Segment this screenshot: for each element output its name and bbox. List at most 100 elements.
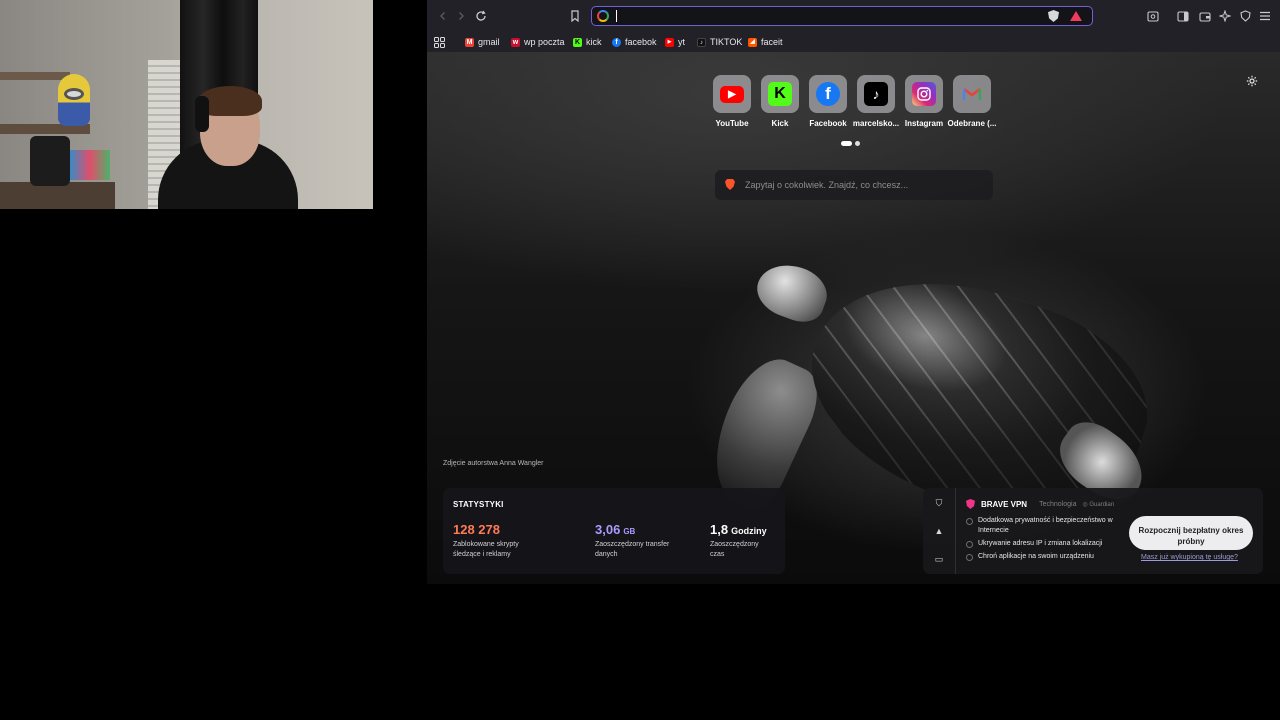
- menu-button[interactable]: [1255, 6, 1275, 26]
- wallet-button[interactable]: [1195, 6, 1215, 26]
- top-site-kick[interactable]: K Kick: [761, 75, 799, 128]
- tiktok-icon: ♪: [864, 82, 888, 106]
- bookmark-facebook[interactable]: f facebok: [612, 36, 657, 48]
- top-site-instagram[interactable]: Instagram: [905, 75, 943, 128]
- vpn-feature-item: Chroń aplikacje na swoim urządzeniu: [966, 552, 1126, 562]
- top-sites: ▶ YouTube K Kick f Facebook ♪ marcelsko.…: [713, 75, 996, 128]
- sidebar-button[interactable]: [1173, 6, 1193, 26]
- gear-icon: [1246, 75, 1258, 87]
- ntp-search-box[interactable]: [715, 170, 993, 200]
- bookmark-label: kick: [586, 37, 602, 47]
- check-icon: [966, 541, 973, 548]
- bookmark-label: yt: [678, 37, 686, 47]
- webcam-overlay: [0, 0, 373, 209]
- vpn-button[interactable]: [1235, 6, 1255, 26]
- top-sites-pager: [841, 141, 860, 146]
- brave-vpn-icon: [966, 499, 975, 509]
- top-site-youtube[interactable]: ▶ YouTube: [713, 75, 751, 128]
- cam-box: [70, 150, 110, 180]
- photo-credit[interactable]: Zdjęcie autorstwa Anna Wangler: [443, 460, 544, 467]
- kick-icon: K: [573, 37, 582, 47]
- bookmark-button[interactable]: [565, 6, 585, 26]
- rewards-widget-triangle-icon[interactable]: ▲: [934, 526, 944, 536]
- wallet-icon: [1199, 11, 1211, 22]
- brave-search-icon: [725, 179, 735, 190]
- back-button[interactable]: [433, 6, 453, 26]
- brave-shields-icon[interactable]: [1048, 10, 1059, 22]
- gmail-glyph-icon: [963, 88, 981, 100]
- check-icon: [966, 518, 973, 525]
- bookmark-label: facebok: [625, 37, 657, 47]
- bookmark-yt[interactable]: ▶ yt: [665, 36, 685, 48]
- site-tile[interactable]: [953, 75, 991, 113]
- sidebar-icon: [1177, 10, 1189, 22]
- browser-toolbar: [427, 0, 1280, 32]
- bookmark-faceit[interactable]: ◢ faceit: [748, 36, 783, 48]
- bookmark-gmail[interactable]: M gmail: [465, 36, 500, 48]
- stat-value: 3,06 GB: [595, 522, 636, 537]
- reader-icon: [1147, 10, 1159, 22]
- gmail-icon: [960, 82, 984, 106]
- customize-settings-button[interactable]: [1246, 75, 1258, 87]
- address-bar[interactable]: [591, 6, 1093, 26]
- cards-widget-icon[interactable]: ▭: [934, 554, 944, 564]
- bookmark-kick[interactable]: K kick: [573, 36, 602, 48]
- leo-ai-button[interactable]: [1215, 6, 1235, 26]
- cam-minion-figure: [58, 74, 90, 126]
- browser-window: M gmail w wp poczta K kick f facebok ▶ y…: [427, 0, 1280, 584]
- vpn-widget-shield-icon[interactable]: ⛉: [934, 498, 944, 508]
- stat-label: Zaoszczędzony czas: [710, 541, 759, 558]
- vpn-feature-item: Dodatkowa prywatność i bezpieczeństwo w …: [966, 516, 1126, 536]
- top-site-gmail[interactable]: Odebrane (...: [948, 75, 996, 128]
- bookmark-label: TIKTOK: [710, 37, 743, 47]
- already-purchased-link[interactable]: Masz już wykupioną tę usługę?: [1141, 554, 1238, 561]
- hamburger-menu-icon: [1260, 11, 1270, 21]
- reload-button[interactable]: [471, 6, 491, 26]
- forward-button[interactable]: [451, 6, 471, 26]
- start-free-trial-button[interactable]: Rozpocznij bezpłatny okres próbny: [1129, 516, 1253, 550]
- facebook-icon: f: [816, 82, 840, 106]
- vpn-features: Dodatkowa prywatność i bezpieczeństwo w …: [966, 516, 1126, 565]
- stat-time: 1,8 Godziny Zaoszczędzony czas: [710, 522, 770, 560]
- url-input[interactable]: [622, 8, 1022, 24]
- vpn-feature-item: Ukrywanie adresu IP i zmiana lokalizacji: [966, 539, 1126, 549]
- instagram-glyph-icon: [917, 87, 931, 101]
- site-tile[interactable]: f: [809, 75, 847, 113]
- top-site-tiktok[interactable]: ♪ marcelsko...: [853, 75, 899, 128]
- ntp-search-input[interactable]: [745, 177, 985, 193]
- stat-label: Zaoszczędzony transfer danych: [595, 541, 670, 558]
- bookmark-label: gmail: [478, 37, 500, 47]
- site-tile[interactable]: [905, 75, 943, 113]
- stat-bandwidth: 3,06 GB Zaoszczędzony transfer danych: [595, 522, 685, 560]
- top-site-facebook[interactable]: f Facebook: [809, 75, 847, 128]
- faceit-icon: ◢: [748, 37, 757, 47]
- apps-button[interactable]: [434, 36, 445, 48]
- site-tile[interactable]: ♪: [857, 75, 895, 113]
- stat-label: Zablokowane skrypty śledzące i reklamy: [453, 541, 519, 558]
- youtube-icon: ▶: [665, 37, 674, 47]
- site-label: Odebrane (...: [947, 119, 997, 128]
- bookmark-label: faceit: [761, 37, 783, 47]
- pager-dot[interactable]: [855, 141, 860, 146]
- widget-switcher: ⛉ ▲ ▭: [923, 488, 956, 574]
- bookmark-wp-poczta[interactable]: w wp poczta: [511, 36, 565, 48]
- chevron-left-icon: [440, 12, 445, 20]
- facebook-icon: f: [612, 37, 621, 47]
- bookmark-label: wp poczta: [524, 37, 565, 47]
- guardian-logo: ◎ Guardian: [1082, 501, 1115, 508]
- pager-dot-active[interactable]: [841, 141, 852, 146]
- vpn-title: BRAVE VPN: [981, 499, 1028, 509]
- stat-value: 1,8 Godziny: [710, 522, 767, 537]
- vpn-tech-label: Technologia: [1039, 500, 1077, 508]
- reader-mode-button[interactable]: [1143, 6, 1163, 26]
- text-caret: [616, 10, 617, 22]
- stats-title: STATYSTYKI: [453, 500, 504, 509]
- cam-headset: [195, 96, 209, 132]
- bookmark-tiktok[interactable]: ♪ TIKTOK: [697, 36, 742, 48]
- instagram-icon: [912, 82, 936, 106]
- site-tile[interactable]: K: [761, 75, 799, 113]
- brave-rewards-icon[interactable]: [1070, 11, 1082, 21]
- vpn-widget: ⛉ ▲ ▭ BRAVE VPN Technologia ◎ Guardian D…: [923, 488, 1263, 574]
- site-tile[interactable]: ▶: [713, 75, 751, 113]
- background-turtle-head: [750, 255, 834, 329]
